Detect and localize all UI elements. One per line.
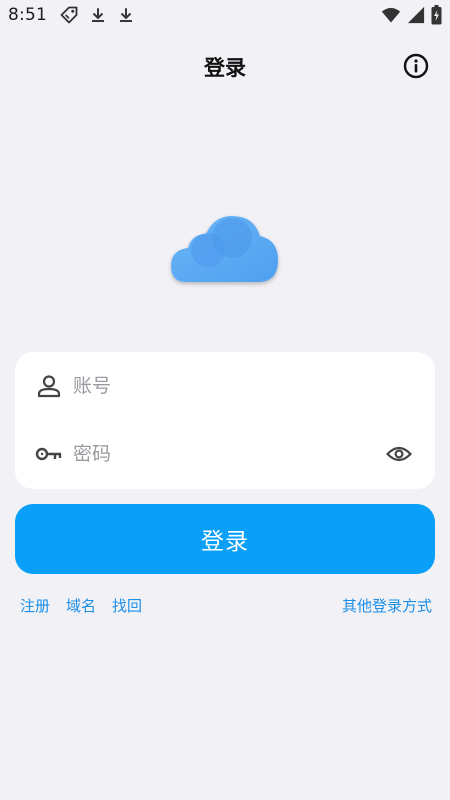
recover-link[interactable]: 找回 (112, 595, 142, 616)
battery-charging-icon (431, 5, 442, 25)
cloud-icon (171, 216, 278, 282)
status-time: 8:51 (8, 5, 47, 25)
download-icon (117, 5, 135, 25)
notification-icons (59, 5, 135, 25)
domain-link[interactable]: 域名 (66, 595, 96, 616)
login-button[interactable]: 登录 (15, 504, 435, 574)
header: 登录 (0, 40, 450, 90)
page-title: 登录 (204, 56, 246, 80)
system-icons (381, 5, 442, 25)
info-icon (403, 53, 429, 79)
register-link[interactable]: 注册 (20, 595, 50, 616)
toggle-password-visibility[interactable] (385, 440, 413, 468)
signal-icon (407, 6, 425, 24)
wifi-icon (381, 6, 401, 24)
auxiliary-links: 注册 域名 找回 其他登录方式 (20, 595, 432, 617)
password-input[interactable] (73, 434, 373, 474)
download-icon (89, 5, 107, 25)
app-logo (168, 212, 282, 288)
key-icon (35, 440, 63, 468)
login-form-card (15, 352, 435, 489)
info-button[interactable] (402, 52, 430, 80)
user-icon (35, 372, 63, 400)
tag-icon (59, 5, 79, 25)
login-screen: 8:51 登录 账号 登录 注册 域名 找回 其他登录方式 (0, 0, 450, 800)
status-bar: 8:51 (0, 0, 450, 30)
account-row (15, 356, 435, 416)
eye-icon (386, 446, 412, 462)
account-input[interactable] (73, 366, 373, 406)
password-row (15, 424, 435, 484)
other-login-methods-link[interactable]: 其他登录方式 (342, 595, 432, 616)
